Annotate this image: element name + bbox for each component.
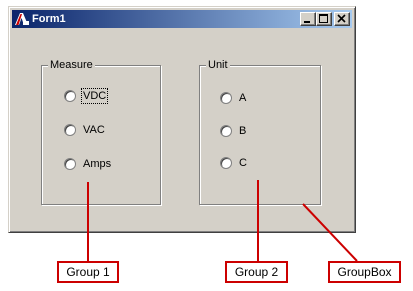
group2-annotation: Group 2 — [225, 261, 288, 283]
annotation-leader-lines — [87, 180, 358, 262]
groupbox-annotation: GroupBox — [328, 261, 401, 283]
group1-annotation: Group 1 — [57, 261, 119, 283]
groupbox-leader — [302, 203, 358, 262]
